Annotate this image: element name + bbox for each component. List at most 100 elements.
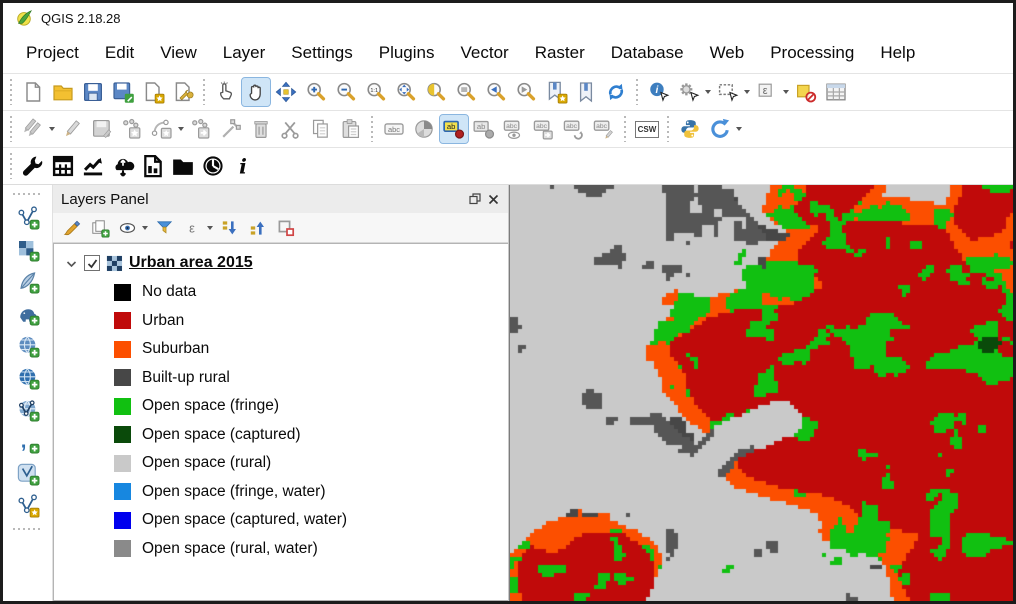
toolbar-grip[interactable] — [369, 116, 376, 142]
dropdown-arrow-icon[interactable] — [736, 127, 742, 131]
zoom-native-button[interactable]: 1:1 — [362, 78, 390, 106]
composer-manager-button[interactable] — [169, 78, 197, 106]
open-folder-button[interactable] — [169, 152, 197, 180]
dropdown-arrow-icon[interactable] — [178, 127, 184, 131]
zoom-last-button[interactable] — [482, 78, 510, 106]
legend-item[interactable]: Open space (rural, water) — [54, 535, 508, 564]
toolbar-grip[interactable] — [665, 116, 672, 142]
dropdown-arrow-icon[interactable] — [207, 226, 213, 230]
layer-label[interactable]: Urban area 2015 — [129, 254, 253, 272]
zoom-next-button[interactable] — [512, 78, 540, 106]
save-layer-edits-button[interactable] — [88, 115, 116, 143]
zoom-out-button[interactable] — [332, 78, 360, 106]
show-hide-labels-button[interactable]: abc — [500, 115, 528, 143]
menu-item-project[interactable]: Project — [13, 39, 92, 67]
csw-metasearch-button[interactable]: CSW — [633, 115, 661, 143]
settings-wrench-button[interactable] — [19, 152, 47, 180]
menu-item-help[interactable]: Help — [867, 39, 928, 67]
add-circular-string-button[interactable] — [148, 115, 176, 143]
open-layer-styling-button[interactable] — [60, 216, 84, 240]
menu-item-edit[interactable]: Edit — [92, 39, 147, 67]
cut-features-button[interactable] — [277, 115, 305, 143]
menu-item-processing[interactable]: Processing — [757, 39, 867, 67]
select-features-button[interactable] — [714, 78, 742, 106]
menu-item-layer[interactable]: Layer — [210, 39, 279, 67]
dropdown-arrow-icon[interactable] — [142, 226, 148, 230]
save-project-as-button[interactable] — [109, 78, 137, 106]
filter-legend-by-map-button[interactable] — [153, 216, 177, 240]
identify-features-button[interactable]: i — [645, 78, 673, 106]
report-page-button[interactable] — [139, 152, 167, 180]
refresh-map-button[interactable] — [602, 78, 630, 106]
add-spatialite-layer-button[interactable] — [14, 268, 42, 296]
time-globe-button[interactable] — [199, 152, 227, 180]
add-wms-layer-button[interactable] — [14, 364, 42, 392]
copy-features-button[interactable] — [307, 115, 335, 143]
legend-item[interactable]: Open space (rural) — [54, 449, 508, 478]
add-raster-layer-button[interactable] — [14, 236, 42, 264]
add-group-button[interactable] — [88, 216, 112, 240]
open-attribute-table-button[interactable] — [822, 78, 850, 106]
expand-all-button[interactable] — [218, 216, 242, 240]
menu-item-settings[interactable]: Settings — [278, 39, 365, 67]
zoom-to-selection-button[interactable] — [452, 78, 480, 106]
layer-diagram-options-button[interactable] — [410, 115, 438, 143]
legend-item[interactable]: Open space (captured) — [54, 421, 508, 450]
zoom-in-button[interactable] — [302, 78, 330, 106]
layer-labeling-options-button[interactable]: abc — [380, 115, 408, 143]
add-virtual-layer-button[interactable] — [14, 460, 42, 488]
touch-zoom-pan-button[interactable] — [212, 78, 240, 106]
panel-close-button[interactable] — [484, 190, 502, 208]
rotate-label-button[interactable]: abc — [560, 115, 588, 143]
toolbar-grip[interactable] — [8, 79, 15, 105]
highlight-pinned-labels-button[interactable]: ab — [470, 115, 498, 143]
legend-item[interactable]: Open space (fringe) — [54, 392, 508, 421]
raster-calculator-button[interactable] — [49, 152, 77, 180]
new-bookmark-button[interactable] — [542, 78, 570, 106]
legend-item[interactable]: Open space (fringe, water) — [54, 478, 508, 507]
dropdown-arrow-icon[interactable] — [705, 90, 711, 94]
pin-unpin-labels-button[interactable]: ab — [440, 115, 468, 143]
run-feature-action-button[interactable] — [675, 78, 703, 106]
profile-chart-button[interactable] — [79, 152, 107, 180]
menu-item-plugins[interactable]: Plugins — [366, 39, 448, 67]
add-postgis-layer-button[interactable] — [14, 300, 42, 328]
toolbar-grip[interactable] — [622, 116, 629, 142]
filter-legend-by-expression-button[interactable]: ε — [181, 216, 205, 240]
manage-visibility-button[interactable] — [116, 216, 140, 240]
dropdown-arrow-icon[interactable] — [744, 90, 750, 94]
select-by-expression-button[interactable]: ε — [753, 78, 781, 106]
collapse-all-button[interactable] — [246, 216, 270, 240]
dropdown-arrow-icon[interactable] — [783, 90, 789, 94]
toolbar-grip[interactable] — [201, 79, 208, 105]
dropdown-arrow-icon[interactable] — [49, 127, 55, 131]
layer-row[interactable]: Urban area 2015 — [54, 248, 508, 278]
move-label-button[interactable]: abc — [530, 115, 558, 143]
toggle-editing-button[interactable] — [58, 115, 86, 143]
toolbar-grip[interactable] — [13, 191, 43, 198]
zoom-to-layer-button[interactable] — [422, 78, 450, 106]
python-console-button[interactable] — [676, 115, 704, 143]
menu-item-raster[interactable]: Raster — [522, 39, 598, 67]
new-project-button[interactable] — [19, 78, 47, 106]
menu-item-vector[interactable]: Vector — [448, 39, 522, 67]
legend-item[interactable]: No data — [54, 278, 508, 307]
legend-item[interactable]: Urban — [54, 307, 508, 336]
pan-map-button[interactable] — [242, 78, 270, 106]
open-project-button[interactable] — [49, 78, 77, 106]
menu-item-web[interactable]: Web — [697, 39, 758, 67]
add-mssql-layer-button[interactable] — [14, 332, 42, 360]
move-feature-button[interactable] — [187, 115, 215, 143]
change-label-button[interactable]: abc — [590, 115, 618, 143]
toolbar-grip[interactable] — [634, 79, 641, 105]
add-feature-button[interactable] — [118, 115, 146, 143]
zoom-full-extent-button[interactable] — [392, 78, 420, 106]
node-tool-button[interactable] — [217, 115, 245, 143]
save-project-button[interactable] — [79, 78, 107, 106]
remove-layer-group-button[interactable] — [274, 216, 298, 240]
add-delimited-text-layer-button[interactable]: , — [14, 428, 42, 456]
add-wfs-layer-button[interactable] — [14, 396, 42, 424]
processing-history-button[interactable] — [706, 115, 734, 143]
new-print-composer-button[interactable] — [139, 78, 167, 106]
paste-features-button[interactable] — [337, 115, 365, 143]
